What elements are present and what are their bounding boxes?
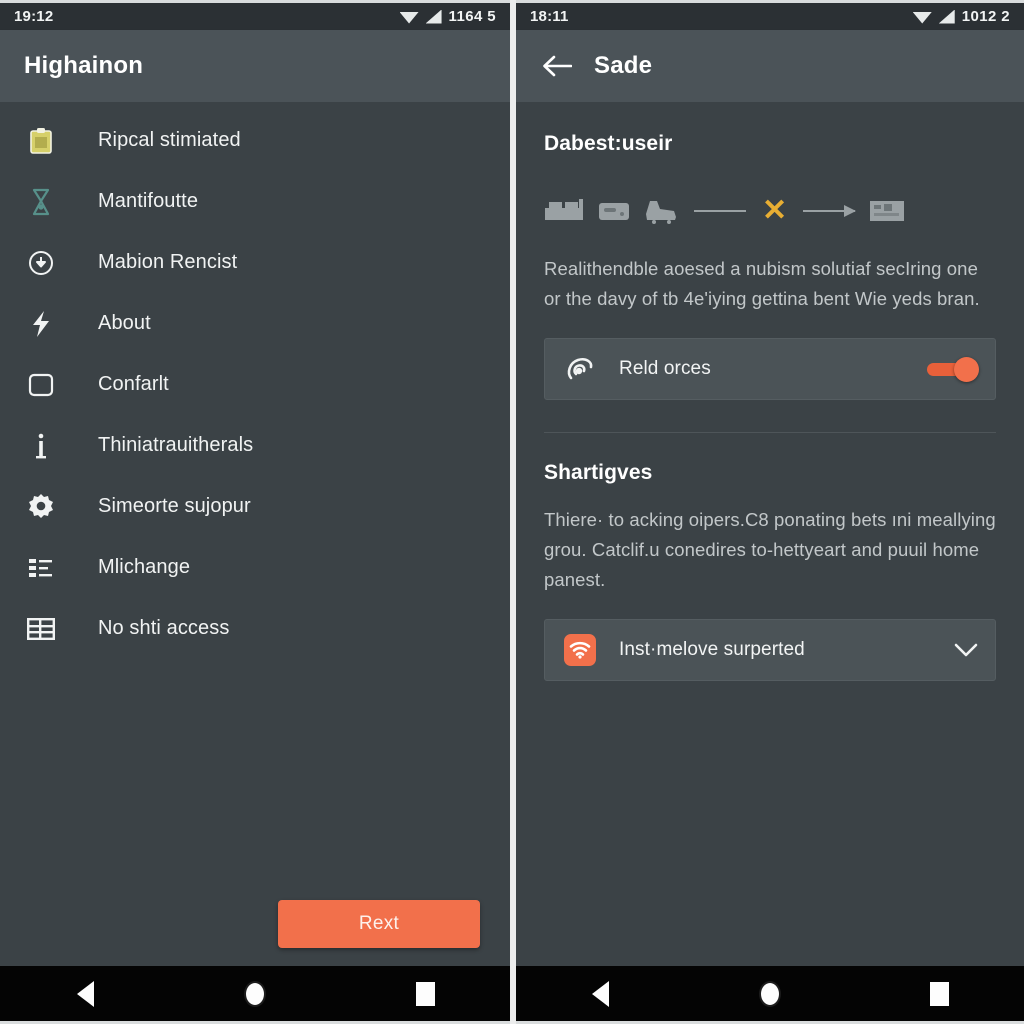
clipboard-icon: [24, 124, 58, 158]
bolt-icon: [24, 307, 58, 341]
instmelove-dropdown-row[interactable]: Inst·melove surperted: [544, 618, 996, 681]
status-indicators: 1164 5: [399, 8, 496, 25]
list-icon: [24, 551, 58, 585]
table-icon: [24, 612, 58, 646]
menu-item-1[interactable]: Mantifoutte: [0, 171, 510, 232]
right-nav-bar: [516, 966, 1024, 1024]
left-status-bar: 19:12 1164 5: [0, 0, 510, 30]
section-one: Dabest:useir ✕ Realithendble aoesed a nu…: [516, 102, 1024, 433]
right-status-bar: 18:11 1012 2: [516, 0, 1024, 30]
section-two-title: Shartigves: [544, 460, 653, 484]
download-circle-icon: [24, 246, 58, 280]
section-one-title: Dabest:useir: [544, 132, 673, 155]
menu-item-label: No shti access: [98, 617, 230, 639]
icon-flow-diagram: ✕: [544, 194, 996, 228]
section-one-body: Realithendble aoesed a nubism solutiaf s…: [544, 258, 980, 309]
nav-back-icon[interactable]: [55, 973, 115, 1015]
device-icon: [545, 199, 583, 220]
card-icon: [870, 201, 905, 221]
toggle-row-label: Reld orces: [619, 357, 711, 379]
status-indicator-text: 1012 2: [961, 8, 1010, 25]
menu-item-2[interactable]: Mabion Rencist: [0, 232, 510, 293]
status-indicators: 1012 2: [912, 8, 1010, 25]
gear-icon: [24, 490, 58, 524]
back-arrow-icon[interactable]: [540, 49, 574, 83]
shoe-icon: [646, 201, 676, 224]
section-two: Shartigves Thiere· to acking oipers.C8 p…: [516, 433, 1024, 681]
next-button[interactable]: Rext: [278, 900, 480, 948]
menu-item-3[interactable]: About: [0, 293, 510, 354]
wifi-icon: [912, 12, 932, 24]
menu-item-7[interactable]: Mlichange: [0, 537, 510, 598]
flow-line: [694, 210, 746, 212]
info-icon: [24, 429, 58, 463]
device-icon: [599, 203, 629, 220]
nav-recents-icon[interactable]: [909, 973, 969, 1015]
nav-recents-icon[interactable]: [395, 973, 455, 1015]
dropdown-row-label: Inst·melove surperted: [619, 638, 805, 660]
menu-item-label: Confarlt: [98, 373, 169, 395]
reld-orces-toggle-row[interactable]: Reld orces: [544, 337, 996, 400]
page-title: Sade: [594, 52, 653, 79]
status-indicator-text: 1164 5: [448, 8, 496, 25]
right-app-bar: Sade: [516, 30, 1024, 102]
left-phone-screen: 19:12 1164 5 Highainon Ripcal stimiated …: [0, 0, 510, 1024]
nav-home-icon[interactable]: [740, 973, 800, 1015]
menu-item-label: Thiniatrauitherals: [98, 434, 254, 456]
menu-item-label: Simeorte sujopur: [98, 495, 251, 517]
section-two-body: Thiere· to acking oipers.C8 ponating bet…: [544, 508, 996, 590]
nav-back-icon[interactable]: [571, 973, 631, 1015]
tablet-icon: [24, 368, 58, 402]
settings-content: Dabest:useir ✕ Realithendble aoesed a nu…: [516, 102, 1024, 966]
menu-list: Ripcal stimiated Mantifoutte Mabion Renc…: [0, 102, 510, 966]
menu-item-5[interactable]: Thiniatrauitherals: [0, 415, 510, 476]
switch-knob: [954, 356, 979, 382]
hourglass-icon: [24, 185, 58, 219]
wifi-tile-icon: [563, 633, 597, 667]
menu-item-8[interactable]: No shti access: [0, 598, 510, 659]
status-clock: 19:12: [14, 8, 54, 25]
right-phone-screen: 18:11 1012 2 Sade Dabest:useir ✕ Realith…: [516, 0, 1024, 1024]
menu-item-label: Ripcal stimiated: [98, 129, 241, 151]
wifi-tile-background: [564, 633, 596, 666]
menu-item-label: About: [98, 312, 151, 334]
signal-icon: [938, 9, 955, 24]
nav-home-icon[interactable]: [225, 973, 285, 1015]
dual-screenshot-container: 19:12 1164 5 Highainon Ripcal stimiated …: [0, 0, 1024, 1024]
menu-item-6[interactable]: Simeorte sujopur: [0, 476, 510, 537]
reld-orces-switch[interactable]: [927, 356, 979, 382]
x-mark-icon: ✕: [762, 194, 788, 227]
menu-item-4[interactable]: Confarlt: [0, 354, 510, 415]
flow-arrow-icon: [803, 205, 857, 217]
wifi-icon: [399, 12, 419, 24]
menu-item-label: Mlichange: [98, 556, 191, 578]
left-nav-bar: [0, 966, 510, 1024]
swirl-icon: [563, 352, 597, 386]
signal-icon: [425, 9, 442, 24]
menu-item-0[interactable]: Ripcal stimiated: [0, 110, 510, 171]
menu-item-label: Mantifoutte: [98, 190, 199, 212]
left-app-bar: Highainon: [0, 30, 510, 102]
page-title: Highainon: [24, 52, 144, 79]
chevron-down-icon[interactable]: [953, 637, 979, 663]
status-clock: 18:11: [530, 8, 569, 25]
menu-item-label: Mabion Rencist: [98, 251, 238, 273]
